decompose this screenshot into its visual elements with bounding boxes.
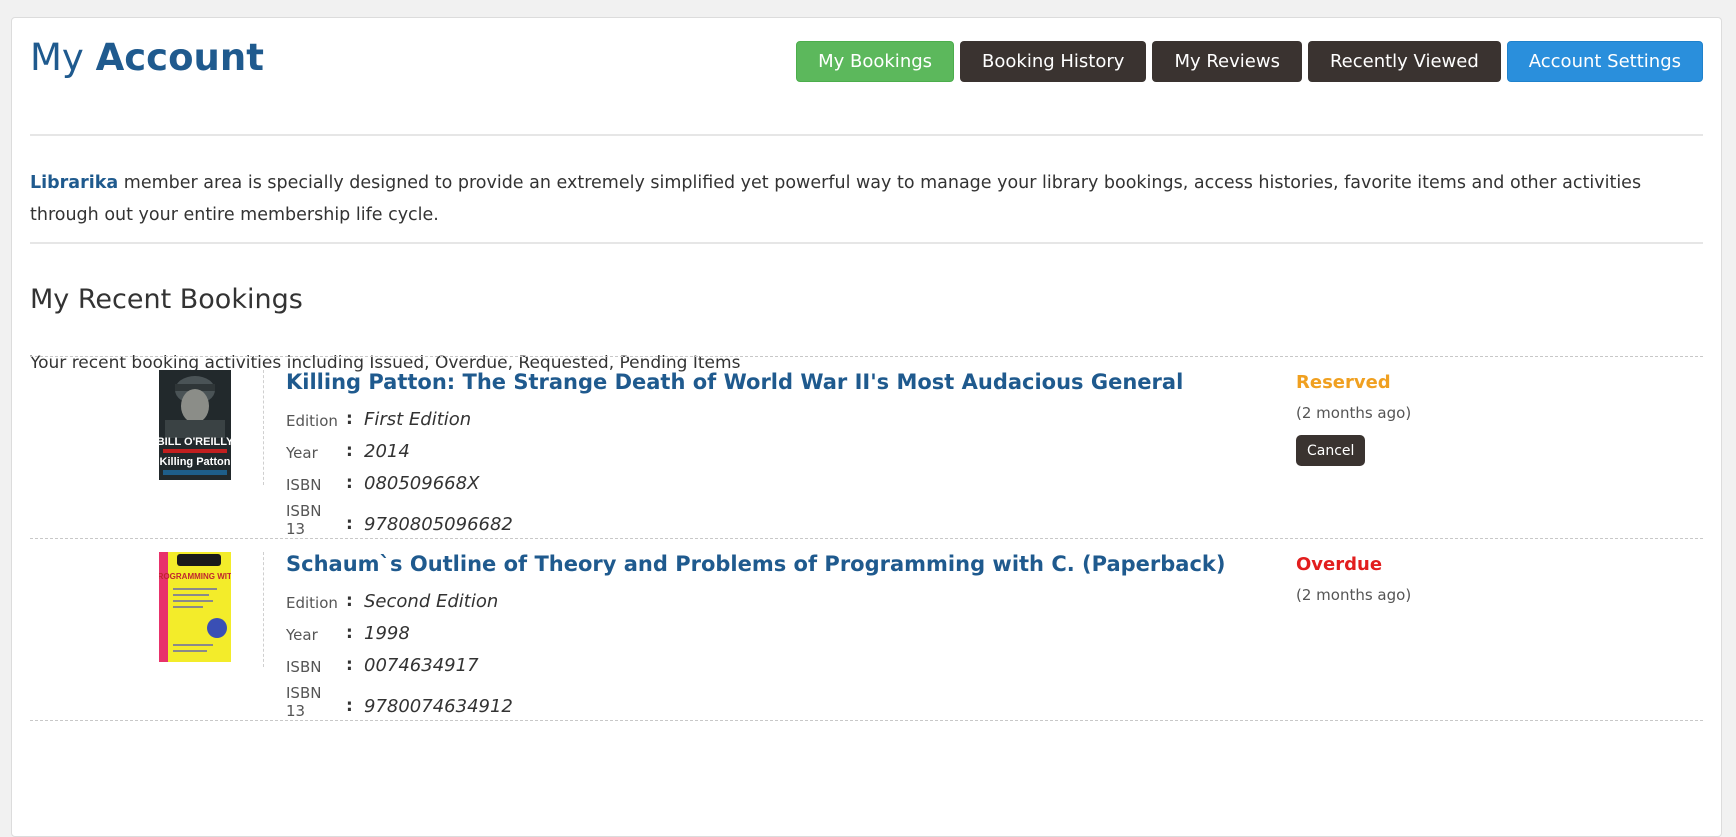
book-cover-image[interactable]: BILL O'REILLY Killing Patton: [159, 370, 231, 480]
account-panel: My Account My Bookings Booking History M…: [11, 17, 1722, 837]
edition-label: Edition: [286, 594, 338, 612]
separator-colon: :: [346, 591, 353, 611]
cancel-booking-button[interactable]: Cancel: [1296, 435, 1366, 466]
isbn-label: ISBN: [286, 476, 322, 494]
recently-viewed-button[interactable]: Recently Viewed: [1307, 41, 1501, 82]
separator-colon: :: [346, 409, 353, 429]
separator-colon: :: [346, 473, 353, 493]
page-title: My Account: [30, 36, 264, 79]
status-badge: Overdue: [1296, 554, 1383, 575]
separator-colon: :: [346, 655, 353, 675]
separator-colon: :: [346, 441, 353, 461]
isbn13-row: ISBN 13 : 9780074634912: [286, 684, 586, 724]
edition-row: Edition : Second Edition: [286, 588, 586, 620]
edition-value: First Edition: [364, 409, 472, 430]
book-title-link[interactable]: Schaum`s Outline of Theory and Problems …: [286, 552, 1225, 576]
isbn13-value: 9780074634912: [364, 696, 513, 717]
separator-colon: :: [346, 623, 353, 643]
isbn-label: ISBN: [286, 658, 322, 676]
isbn-row: ISBN : 0074634917: [286, 652, 586, 684]
edition-value: Second Edition: [364, 591, 499, 612]
book-cover-image[interactable]: PROGRAMMING WITH C: [159, 552, 231, 662]
year-value: 2014: [364, 441, 410, 462]
year-value: 1998: [364, 623, 410, 644]
separator-colon: :: [346, 696, 353, 716]
year-row: Year : 1998: [286, 620, 586, 652]
account-settings-button[interactable]: Account Settings: [1506, 41, 1703, 82]
isbn13-label: ISBN 13: [286, 684, 322, 720]
isbn-row: ISBN : 080509668X: [286, 470, 586, 502]
isbn13-value: 9780805096682: [364, 514, 513, 535]
intro-paragraph: Librarika member area is specially desig…: [30, 167, 1703, 231]
cover-title: PROGRAMMING WITH C: [159, 572, 231, 581]
item-separator: [263, 552, 264, 667]
account-nav: My Bookings Booking History My Reviews R…: [796, 41, 1703, 82]
brand-name: Librarika: [30, 173, 119, 193]
section-title: My Recent Bookings: [30, 284, 303, 315]
isbn13-row: ISBN 13 : 9780805096682: [286, 502, 586, 542]
separator-colon: :: [346, 514, 353, 534]
book-details: Edition : First Edition Year : 2014 ISBN…: [286, 406, 586, 542]
cover-title: Killing Patton: [160, 456, 231, 468]
header-divider: [30, 134, 1703, 136]
booking-time: (2 months ago): [1296, 586, 1412, 604]
my-reviews-button[interactable]: My Reviews: [1152, 41, 1302, 82]
year-label: Year: [286, 444, 318, 462]
page-title-light: My: [30, 36, 84, 79]
page-title-bold: Account: [95, 36, 264, 79]
book-cover-killing-patton: BILL O'REILLY Killing Patton: [159, 370, 231, 480]
intro-text: member area is specially designed to pro…: [30, 173, 1642, 225]
isbn-value: 080509668X: [364, 473, 480, 494]
status-badge: Reserved: [1296, 372, 1391, 393]
intro-divider: [30, 242, 1703, 244]
booking-item: BILL O'REILLY Killing Patton Killing Pat…: [30, 356, 1703, 556]
book-details: Edition : Second Edition Year : 1998 ISB…: [286, 588, 586, 724]
edition-label: Edition: [286, 412, 338, 430]
booking-item: PROGRAMMING WITH C Schaum`s Outline of T…: [30, 538, 1703, 738]
booking-history-button[interactable]: Booking History: [960, 41, 1147, 82]
book-title-link[interactable]: Killing Patton: The Strange Death of Wor…: [286, 370, 1183, 394]
list-divider: [30, 720, 1703, 721]
my-bookings-button[interactable]: My Bookings: [796, 41, 955, 82]
booking-time: (2 months ago): [1296, 404, 1412, 422]
book-cover-programming-with-c: PROGRAMMING WITH C: [159, 552, 231, 662]
edition-row: Edition : First Edition: [286, 406, 586, 438]
item-separator: [263, 370, 264, 485]
isbn-value: 0074634917: [364, 655, 479, 676]
year-row: Year : 2014: [286, 438, 586, 470]
year-label: Year: [286, 626, 318, 644]
isbn13-label: ISBN 13: [286, 502, 322, 538]
cover-author: BILL O'REILLY: [159, 436, 231, 448]
